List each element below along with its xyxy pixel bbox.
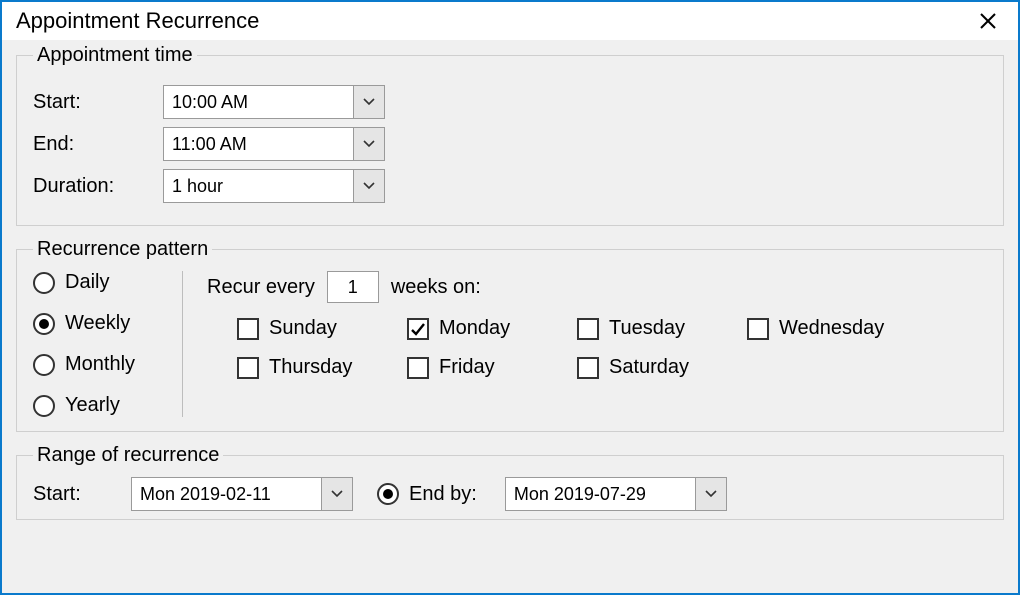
- check-wednesday[interactable]: Wednesday: [747, 317, 917, 340]
- checkbox-icon: [237, 357, 259, 379]
- close-button[interactable]: [968, 12, 1008, 30]
- range-legend: Range of recurrence: [33, 444, 223, 467]
- radio-end-by[interactable]: End by:: [377, 483, 477, 506]
- radio-yearly-label: Yearly: [65, 394, 120, 417]
- range-start-combo[interactable]: [131, 477, 353, 511]
- duration-input[interactable]: [163, 169, 353, 203]
- checkbox-icon: [577, 318, 599, 340]
- checkbox-icon: [407, 357, 429, 379]
- duration-dropdown-button[interactable]: [353, 169, 385, 203]
- end-time-input[interactable]: [163, 127, 353, 161]
- radio-dot-icon: [383, 489, 393, 499]
- appointment-recurrence-dialog: Appointment Recurrence Appointment time …: [0, 0, 1020, 595]
- check-sunday-label: Sunday: [269, 317, 337, 340]
- check-sunday[interactable]: Sunday: [237, 317, 407, 340]
- duration-label: Duration:: [33, 175, 163, 198]
- check-monday-label: Monday: [439, 317, 510, 340]
- duration-combo[interactable]: [163, 169, 385, 203]
- end-by-dropdown-button[interactable]: [695, 477, 727, 511]
- range-start-dropdown-button[interactable]: [321, 477, 353, 511]
- checkbox-icon: [407, 318, 429, 340]
- appointment-time-group: Appointment time Start: End:: [16, 44, 1004, 226]
- radio-yearly[interactable]: Yearly: [33, 394, 158, 417]
- weekly-detail-column: Recur every weeks on: Sunday: [183, 271, 987, 417]
- appointment-time-legend: Appointment time: [33, 44, 197, 67]
- radio-icon: [377, 483, 399, 505]
- radio-monthly[interactable]: Monthly: [33, 353, 158, 376]
- checkbox-icon: [577, 357, 599, 379]
- range-start-label: Start:: [33, 483, 113, 506]
- close-icon: [979, 12, 997, 30]
- check-thursday-label: Thursday: [269, 356, 352, 379]
- radio-daily-label: Daily: [65, 271, 109, 294]
- chevron-down-icon: [331, 490, 343, 498]
- radio-icon: [33, 272, 55, 294]
- recur-every-suffix: weeks on:: [391, 276, 481, 299]
- check-saturday[interactable]: Saturday: [577, 356, 747, 379]
- check-friday-label: Friday: [439, 356, 495, 379]
- radio-dot-icon: [39, 319, 49, 329]
- start-time-combo[interactable]: [163, 85, 385, 119]
- radio-monthly-label: Monthly: [65, 353, 135, 376]
- check-wednesday-label: Wednesday: [779, 317, 884, 340]
- range-of-recurrence-group: Range of recurrence Start: End by:: [16, 444, 1004, 520]
- recur-every-prefix: Recur every: [207, 276, 315, 299]
- end-by-date-combo[interactable]: [505, 477, 727, 511]
- end-time-label: End:: [33, 133, 163, 156]
- chevron-down-icon: [363, 98, 375, 106]
- check-thursday[interactable]: Thursday: [237, 356, 407, 379]
- radio-icon: [33, 354, 55, 376]
- checkmark-icon: [410, 321, 426, 337]
- check-tuesday[interactable]: Tuesday: [577, 317, 747, 340]
- check-monday[interactable]: Monday: [407, 317, 577, 340]
- start-time-dropdown-button[interactable]: [353, 85, 385, 119]
- radio-weekly[interactable]: Weekly: [33, 312, 158, 335]
- check-friday[interactable]: Friday: [407, 356, 577, 379]
- frequency-column: Daily Weekly Monthly Yearly: [33, 271, 183, 417]
- window-title: Appointment Recurrence: [16, 8, 259, 34]
- titlebar: Appointment Recurrence: [2, 2, 1018, 40]
- days-of-week-grid: Sunday Monday Tuesday: [237, 317, 987, 379]
- radio-end-by-label: End by:: [409, 483, 477, 506]
- range-start-input[interactable]: [131, 477, 321, 511]
- radio-icon: [33, 395, 55, 417]
- radio-weekly-label: Weekly: [65, 312, 130, 335]
- dialog-body: Appointment time Start: End:: [2, 40, 1018, 593]
- chevron-down-icon: [363, 182, 375, 190]
- end-by-date-input[interactable]: [505, 477, 695, 511]
- recur-every-input[interactable]: [327, 271, 379, 303]
- checkbox-icon: [237, 318, 259, 340]
- radio-icon: [33, 313, 55, 335]
- end-time-combo[interactable]: [163, 127, 385, 161]
- recurrence-pattern-legend: Recurrence pattern: [33, 238, 212, 261]
- checkbox-icon: [747, 318, 769, 340]
- radio-daily[interactable]: Daily: [33, 271, 158, 294]
- chevron-down-icon: [705, 490, 717, 498]
- check-tuesday-label: Tuesday: [609, 317, 685, 340]
- recurrence-pattern-group: Recurrence pattern Daily Weekly Monthly: [16, 238, 1004, 432]
- start-time-input[interactable]: [163, 85, 353, 119]
- end-time-dropdown-button[interactable]: [353, 127, 385, 161]
- chevron-down-icon: [363, 140, 375, 148]
- check-saturday-label: Saturday: [609, 356, 689, 379]
- start-time-label: Start:: [33, 91, 163, 114]
